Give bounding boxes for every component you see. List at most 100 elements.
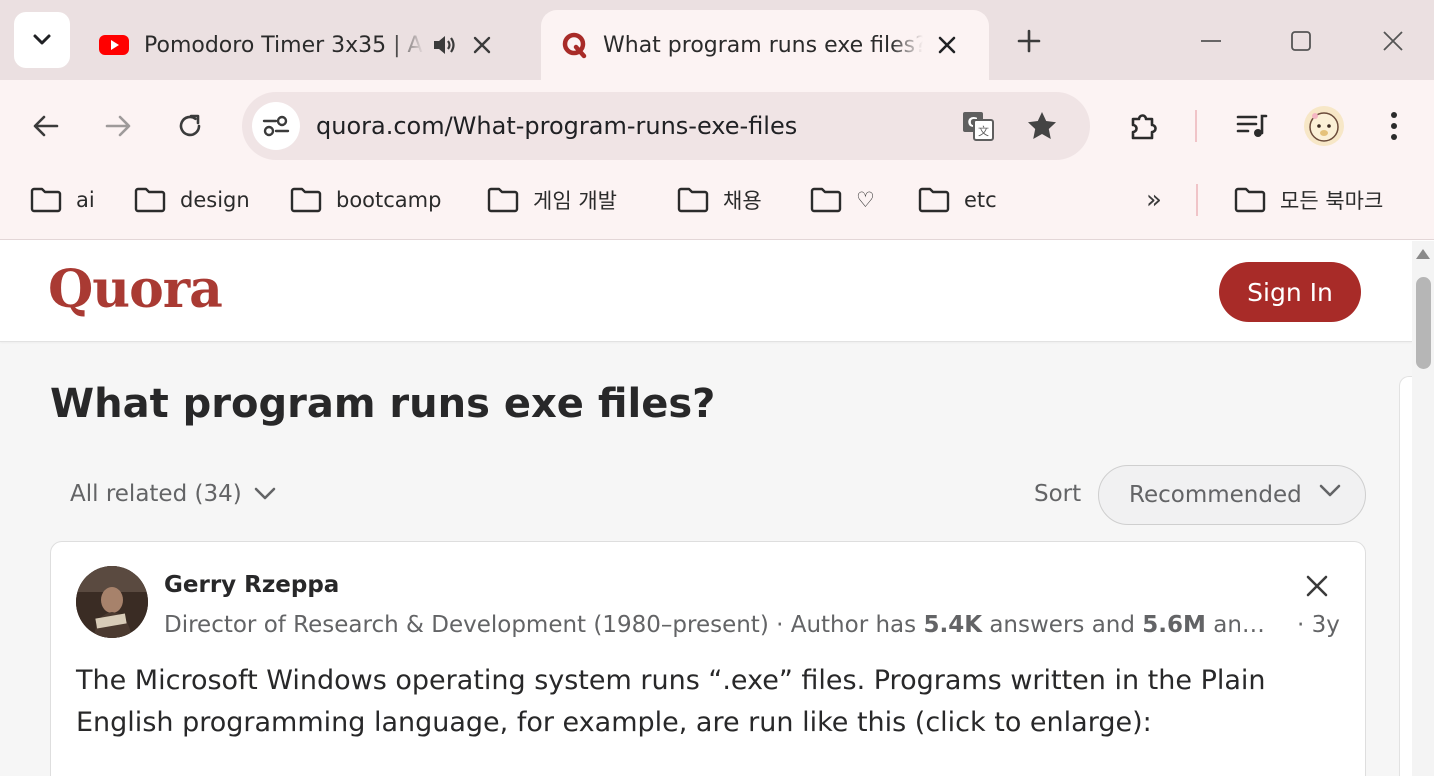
chevron-down-icon [1319, 484, 1341, 497]
all-bookmarks-button[interactable]: 모든 북마크 [1234, 184, 1383, 216]
bookmark-folder-design[interactable]: design [134, 184, 250, 216]
bookmark-folder-etc[interactable]: etc [918, 184, 997, 216]
arrow-left-icon [33, 115, 59, 137]
svg-text:文: 文 [978, 124, 989, 138]
bookmark-folder-game-dev[interactable]: 게임 개발 [487, 184, 617, 216]
browser-toolbar: quora.com/What-program-runs-exe-files G文 [0, 80, 1434, 170]
bookmark-label: design [180, 188, 250, 212]
folder-icon [918, 187, 950, 213]
close-tab-button[interactable] [933, 31, 961, 59]
web-page: Quora Sign In What program runs exe file… [0, 241, 1412, 776]
close-icon [473, 36, 491, 54]
tab-search-button[interactable] [14, 12, 70, 68]
folder-icon [30, 187, 62, 213]
tab-youtube[interactable]: Pomodoro Timer 3x35 | A [78, 10, 538, 80]
url-text[interactable]: quora.com/What-program-runs-exe-files [316, 92, 797, 160]
close-tab-button[interactable] [468, 31, 496, 59]
new-tab-button[interactable] [1008, 20, 1050, 62]
scroll-thumb[interactable] [1416, 277, 1431, 369]
credential-mid: answers and [982, 612, 1143, 638]
tab-quora[interactable]: What program runs exe files? [541, 10, 989, 80]
puzzle-icon [1131, 114, 1157, 140]
media-control-button[interactable] [1230, 104, 1274, 148]
all-related-dropdown[interactable]: All related (34) [70, 481, 276, 507]
quora-logo[interactable]: Quora [48, 259, 223, 320]
views-count: 5.6M [1142, 612, 1206, 638]
plus-icon [1017, 29, 1041, 53]
bookmarks-overflow-button[interactable]: » [1134, 182, 1174, 218]
sort-value: Recommended [1129, 482, 1302, 508]
dismiss-answer-button[interactable] [1301, 570, 1333, 602]
reload-button[interactable] [168, 104, 212, 148]
chevron-down-icon [254, 487, 276, 500]
minimize-icon [1201, 40, 1221, 42]
close-icon [1383, 31, 1403, 51]
sign-in-button[interactable]: Sign In [1219, 262, 1361, 322]
sort-label: Sort [1034, 481, 1082, 507]
credential-suffix: an… [1205, 612, 1265, 638]
bookmark-label: etc [964, 188, 997, 212]
author-avatar[interactable] [76, 566, 148, 638]
credential-prefix: Director of Research & Development (1980… [164, 612, 924, 638]
site-info-button[interactable] [252, 102, 300, 150]
speaker-icon[interactable] [432, 33, 458, 57]
reload-icon [179, 114, 201, 137]
author-credential: Director of Research & Development (1980… [164, 612, 1284, 638]
tune-icon [262, 115, 290, 137]
close-icon [938, 36, 956, 54]
translate-button[interactable]: G文 [956, 104, 1000, 148]
extensions-button[interactable] [1122, 104, 1166, 148]
bookmark-label: ♡ [856, 188, 875, 212]
bookmark-label: 채용 [723, 189, 762, 213]
chevron-down-icon [33, 34, 51, 45]
arrow-right-icon [105, 115, 131, 137]
back-button[interactable] [24, 104, 68, 148]
bookmark-label: ai [76, 188, 95, 212]
maximize-button[interactable] [1278, 20, 1324, 62]
address-bar[interactable]: quora.com/What-program-runs-exe-files G文 [242, 92, 1090, 160]
bookmark-label: bootcamp [336, 188, 442, 212]
answer-age[interactable]: · 3y [1297, 612, 1340, 638]
bookmark-star-button[interactable] [1020, 104, 1064, 148]
translate-icon: G文 [963, 112, 994, 141]
bookmark-folder-hiring[interactable]: 채용 [677, 184, 762, 216]
more-vert-icon [1391, 112, 1397, 140]
bookmarks-divider [1196, 184, 1198, 216]
sidebar-panel [1399, 376, 1412, 776]
bookmarks-bar: ai design bootcamp 게임 개발 채용 ♡ etc » 모든 북… [0, 170, 1434, 240]
tab-title: What program runs exe files? [603, 32, 923, 58]
author-name[interactable]: Gerry Rzeppa [164, 572, 339, 598]
folder-icon [810, 187, 842, 213]
answer-text: The Microsoft Windows operating system r… [76, 665, 1266, 738]
bookmark-folder-bootcamp[interactable]: bootcamp [290, 184, 441, 216]
folder-icon [677, 187, 709, 213]
folder-icon [290, 187, 322, 213]
page-scrollbar[interactable] [1412, 241, 1434, 776]
bookmark-label: 모든 북마크 [1280, 189, 1384, 213]
bookmark-folder-heart[interactable]: ♡ [810, 184, 875, 216]
tab-title: Pomodoro Timer 3x35 | A [144, 32, 423, 58]
forward-button[interactable] [96, 104, 140, 148]
profile-avatar-icon [1304, 106, 1344, 146]
scroll-up-arrow-icon[interactable] [1416, 249, 1430, 259]
profile-button[interactable] [1302, 104, 1346, 148]
quora-icon [562, 32, 587, 59]
folder-icon [1234, 187, 1266, 213]
menu-button[interactable] [1372, 104, 1416, 148]
question-title: What program runs exe files? [50, 381, 716, 427]
all-related-label: All related (34) [70, 481, 242, 507]
minimize-button[interactable] [1188, 20, 1234, 62]
toolbar-divider [1195, 110, 1197, 142]
sort-dropdown[interactable]: Recommended [1098, 465, 1366, 525]
answer-filter-row: All related (34) Sort Recommended [50, 465, 1366, 525]
maximize-icon [1291, 31, 1311, 51]
close-icon [1306, 575, 1328, 597]
star-icon [1028, 112, 1056, 139]
bookmark-folder-ai[interactable]: ai [30, 184, 95, 216]
folder-icon [487, 187, 519, 213]
tab-strip: Pomodoro Timer 3x35 | A What program run… [0, 0, 1434, 80]
youtube-icon [99, 35, 129, 55]
close-window-button[interactable] [1370, 20, 1416, 62]
folder-icon [134, 187, 166, 213]
queue-music-icon [1236, 114, 1268, 137]
